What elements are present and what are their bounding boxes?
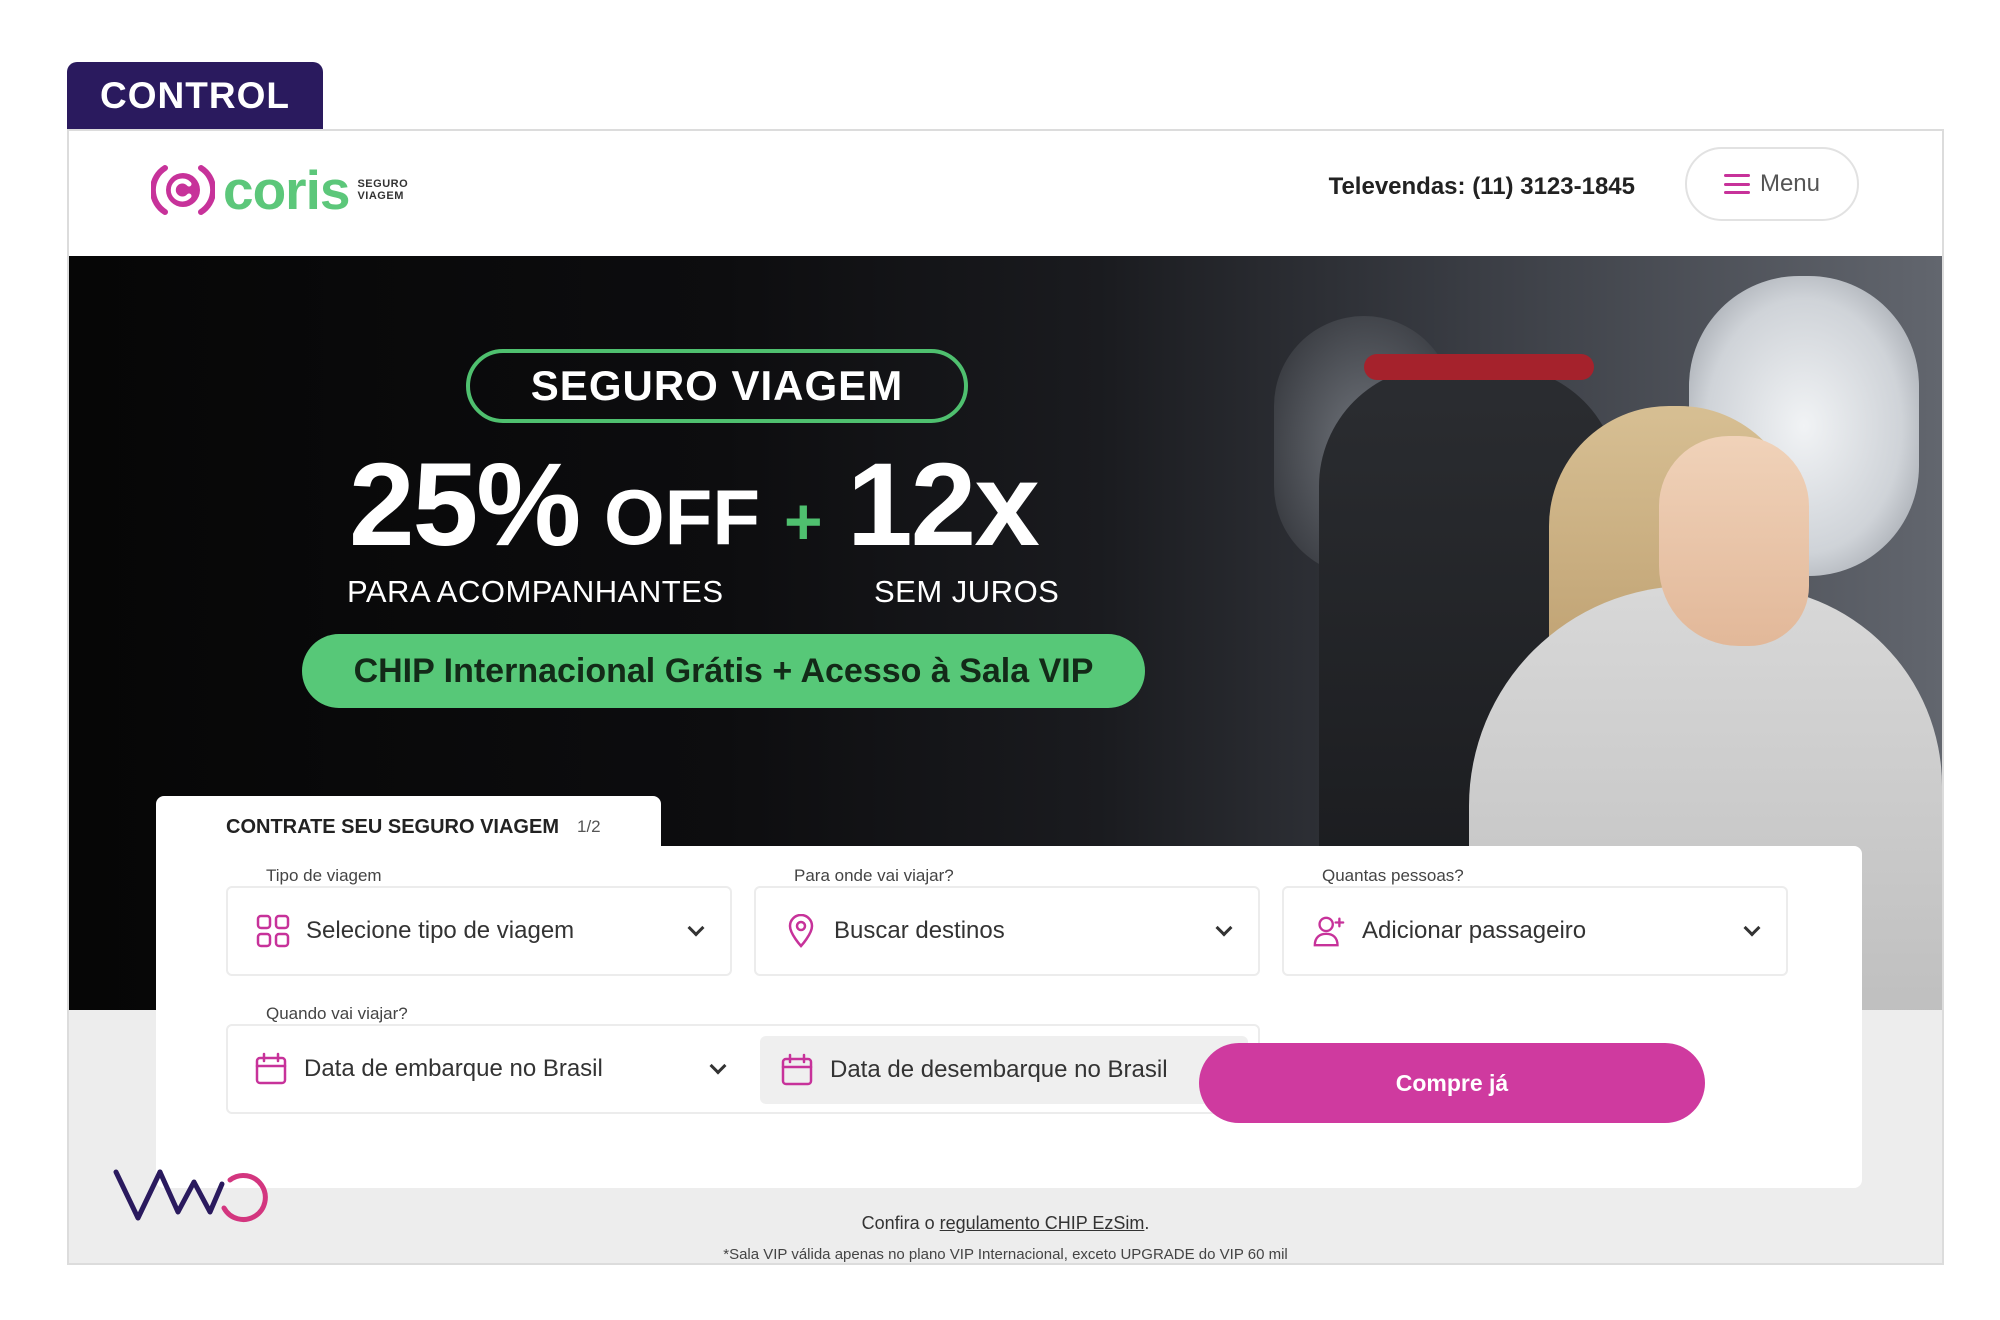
plus-sign: + <box>784 484 823 558</box>
chevron-down-icon <box>1743 919 1761 937</box>
trip-type-value: Selecione tipo de viagem <box>306 917 575 944</box>
chevron-down-icon <box>1215 919 1233 937</box>
logo-sub-line-1: SEGURO <box>357 178 409 190</box>
chevron-down-icon <box>709 1057 727 1075</box>
departure-date-field[interactable]: Data de embarque no Brasil <box>254 1026 727 1112</box>
variant-tag: CONTROL <box>67 62 323 129</box>
location-pin-icon <box>784 914 818 948</box>
regulation-prefix: Confira o <box>861 1213 940 1233</box>
passengers-label: Quantas pessoas? <box>1322 866 1464 885</box>
browser-frame: coris SEGURO VIAGEM Televendas: (11) 312… <box>67 129 1944 1265</box>
booking-step: 1/2 <box>577 817 601 836</box>
destination-label: Para onde vai viajar? <box>794 866 954 885</box>
booking-tab-title: CONTRATE SEU SEGURO VIAGEM <box>226 815 559 838</box>
discount-value: 25% <box>349 439 581 571</box>
menu-label: Menu <box>1759 170 1821 197</box>
sales-phone[interactable]: Televendas: (11) 3123-1845 <box>1329 173 1635 201</box>
discount-subtitle: PARA ACOMPANHANTES <box>347 574 724 609</box>
add-person-icon <box>1312 914 1346 948</box>
departure-date-value: Data de embarque no Brasil <box>304 1055 603 1082</box>
dates-group: Data de embarque no Brasil Data de desem… <box>226 1024 1260 1114</box>
installments-subtitle: SEM JUROS <box>874 574 1060 609</box>
logo-wordmark: coris <box>223 158 350 221</box>
coris-logo[interactable]: coris SEGURO VIAGEM <box>151 155 431 225</box>
regulation-suffix: . <box>1144 1213 1150 1233</box>
logo-subtitle: SEGURO VIAGEM <box>357 178 408 202</box>
calendar-icon <box>780 1053 814 1087</box>
dates-label: Quando vai viajar? <box>266 1004 408 1023</box>
regulation-note: Confira o regulamento CHIP EzSim. <box>69 1213 1942 1234</box>
regulation-link[interactable]: regulamento CHIP EzSim <box>940 1213 1145 1233</box>
buy-now-button[interactable]: Compre já <box>1199 1043 1705 1123</box>
calendar-icon <box>254 1052 288 1086</box>
destination-select[interactable]: Buscar destinos <box>754 886 1260 976</box>
destination-value: Buscar destinos <box>834 917 1005 944</box>
passenger-face <box>1659 436 1809 646</box>
chevron-down-icon <box>687 919 705 937</box>
vip-disclaimer: *Sala VIP válida apenas no plano VIP Int… <box>723 1246 1288 1263</box>
passengers-value: Adicionar passageiro <box>1362 917 1587 944</box>
perks-banner: CHIP Internacional Grátis + Acesso à Sal… <box>302 634 1145 708</box>
site-header: coris SEGURO VIAGEM Televendas: (11) 312… <box>69 131 1942 256</box>
discount-off: OFF <box>604 473 760 561</box>
hamburger-icon <box>1723 174 1750 194</box>
booking-card: Tipo de viagem Selecione tipo de viagem … <box>156 846 1862 1188</box>
return-date-field[interactable]: Data de desembarque no Brasil <box>760 1036 1248 1104</box>
passengers-select[interactable]: Adicionar passageiro <box>1282 886 1788 976</box>
logo-sub-line-2: VIAGEM <box>357 190 404 202</box>
trip-type-select[interactable]: Selecione tipo de viagem <box>226 886 732 976</box>
seat-headrest <box>1364 354 1594 380</box>
coris-logo-icon <box>151 165 215 215</box>
grid-icon <box>256 914 290 948</box>
hero-badge: SEGURO VIAGEM <box>466 349 968 423</box>
menu-button[interactable]: Menu <box>1685 147 1859 221</box>
trip-type-label: Tipo de viagem <box>266 866 382 885</box>
installments-value: 12x <box>847 439 1040 571</box>
return-date-value: Data de desembarque no Brasil <box>830 1056 1168 1083</box>
vwo-logo <box>112 1160 272 1230</box>
